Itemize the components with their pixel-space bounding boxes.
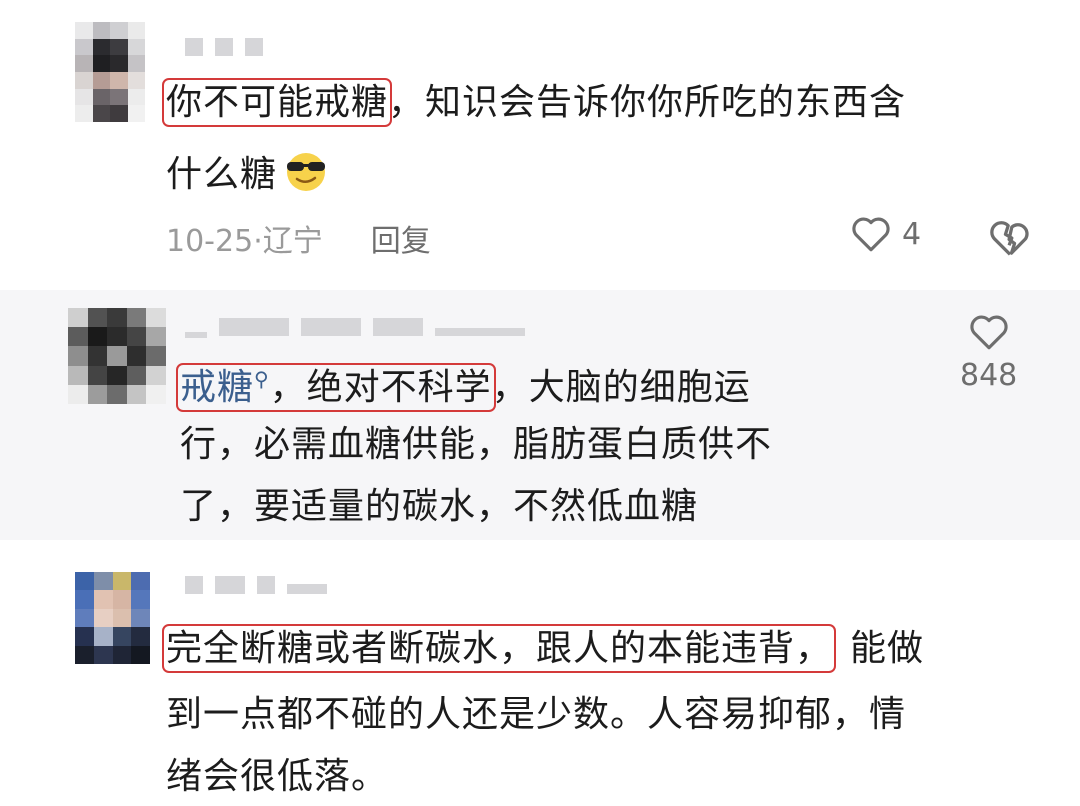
comment-text: 行，必需血糖供能，脂肪蛋白质供不 [180, 424, 773, 465]
heart-outline-icon [852, 217, 890, 252]
highlighted-phrase: 你不可能戒糖 [161, 78, 393, 127]
heart-outline-icon [970, 315, 1008, 350]
username-blurred[interactable] [185, 576, 327, 594]
comment-text: 到一点都不碰的人还是少数。人容易抑郁，情 [166, 694, 907, 735]
sunglasses-emoji-icon [287, 153, 326, 191]
comment-text: 戒糖⚲，绝对不科学，大脑的细胞运 [176, 363, 751, 412]
comment-location: 辽宁 [262, 224, 323, 259]
reply-button[interactable]: 回复 [371, 224, 431, 259]
comment-date: 10-25 [166, 224, 254, 259]
avatar[interactable] [75, 572, 150, 664]
broken-heart-icon[interactable] [988, 218, 1032, 258]
avatar[interactable] [68, 308, 166, 404]
comment-text: 绪会很低落。 [166, 756, 389, 797]
comment-meta: 10-25·辽宁 回复 [166, 224, 431, 259]
search-icon[interactable]: ⚲ [254, 367, 270, 391]
highlighted-phrase: 完全断糖或者断碳水，跟人的本能违背， [161, 624, 837, 673]
comment-1: 你不可能戒糖，知识会告诉你你所吃的东西含 什么糖 10-25·辽宁 回复 4 [0, 0, 1080, 290]
comment-text: 你不可能戒糖，知识会告诉你你所吃的东西含 [161, 78, 907, 127]
highlighted-phrase: 戒糖⚲，绝对不科学 [176, 363, 496, 412]
comment-text: 了，要适量的碳水，不然低血糖 [180, 486, 699, 527]
like-count: 4 [902, 216, 922, 252]
username-blurred[interactable] [185, 318, 525, 338]
like-button[interactable]: 4 [850, 214, 921, 254]
comment-3: 完全断糖或者断碳水，跟人的本能违背， 能做 到一点都不碰的人还是少数。人容易抑郁，… [0, 540, 1080, 797]
username-blurred[interactable] [185, 38, 263, 56]
comment-text: 什么糖 [166, 146, 331, 204]
avatar[interactable] [75, 22, 145, 122]
comment-text: 完全断糖或者断碳水，跟人的本能违背， 能做 [161, 624, 925, 673]
comment-2: 848 戒糖⚲，绝对不科学，大脑的细胞运 行，必需血糖供能，脂肪蛋白质供不 了，… [0, 290, 1080, 540]
topic-link[interactable]: 戒糖 [180, 367, 254, 408]
like-count: 848 [960, 358, 1018, 393]
like-button[interactable]: 848 [960, 312, 1017, 393]
